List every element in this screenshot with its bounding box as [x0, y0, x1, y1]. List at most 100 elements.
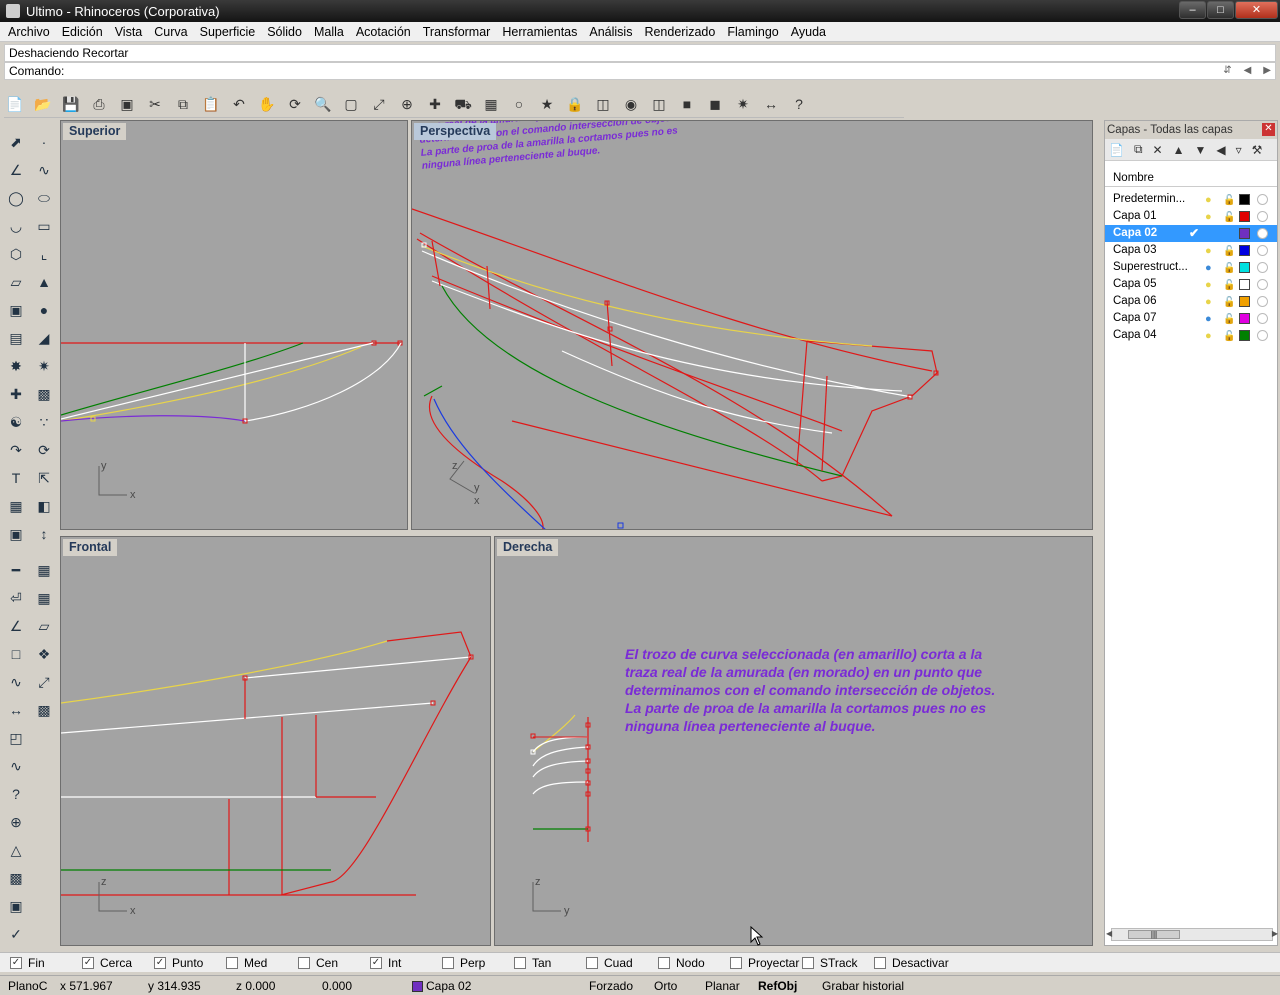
layer-row[interactable]: Capa 03 ● 🔓: [1105, 242, 1277, 259]
lightbulb-icon[interactable]: ●: [1205, 311, 1212, 328]
viewport-layout-icon[interactable]: ◫: [648, 93, 670, 115]
zebra-icon[interactable]: ▩: [4, 866, 28, 890]
osnap-desactivar[interactable]: Desactivar: [874, 956, 949, 970]
command-input[interactable]: [67, 64, 1168, 78]
annotate-icon[interactable]: △: [4, 838, 28, 862]
layer-color-swatch[interactable]: [1239, 330, 1250, 341]
angle-icon[interactable]: ∠: [4, 614, 28, 638]
checkbox[interactable]: [298, 957, 310, 969]
viewport-title-top[interactable]: Superior: [63, 123, 127, 140]
ortho-toggle[interactable]: Orto: [654, 978, 677, 994]
viewport-title-right[interactable]: Derecha: [497, 539, 559, 556]
material-icon[interactable]: [1257, 313, 1268, 324]
menu-analisis[interactable]: Análisis: [583, 25, 638, 39]
material-icon[interactable]: [1257, 211, 1268, 222]
layer-row[interactable]: Capa 02 ✔: [1105, 225, 1277, 242]
viewport-title-front[interactable]: Frontal: [63, 539, 118, 556]
arc-icon[interactable]: ◡: [4, 214, 28, 238]
unlock-icon[interactable]: 🔓: [1223, 277, 1235, 294]
osnap-nodo[interactable]: Nodo: [658, 956, 705, 970]
mirror-icon[interactable]: ◧: [32, 494, 56, 518]
save-icon[interactable]: 💾: [60, 93, 82, 115]
viewport-title-perspective[interactable]: Perspectiva: [414, 123, 497, 140]
unlock-icon[interactable]: 🔓: [1223, 328, 1235, 345]
layer-row[interactable]: Capa 06 ● 🔓: [1105, 293, 1277, 310]
unlock-icon[interactable]: 🔓: [1223, 192, 1235, 209]
zoom-extents-icon[interactable]: ⤢: [368, 93, 390, 115]
array-icon[interactable]: ▦: [4, 494, 28, 518]
point-icon[interactable]: ·: [32, 130, 56, 154]
layer-color-swatch[interactable]: [1239, 228, 1250, 239]
zoom-selected-icon[interactable]: ⊕: [396, 93, 418, 115]
menu-herramientas[interactable]: Herramientas: [496, 25, 583, 39]
curve-cv-icon[interactable]: ∿: [32, 158, 56, 182]
osnap-cerca[interactable]: ✓ Cerca: [82, 956, 132, 970]
osnap-tan[interactable]: Tan: [514, 956, 551, 970]
record-history-toggle[interactable]: Grabar historial: [822, 978, 904, 994]
layers-hscrollbar[interactable]: ◀ ||| ▶: [1106, 928, 1278, 941]
checkbox[interactable]: [730, 957, 742, 969]
osnap-fin[interactable]: ✓ Fin: [10, 956, 45, 970]
open-file-icon[interactable]: 📂: [32, 93, 54, 115]
move-down-icon[interactable]: ▼: [1194, 143, 1206, 157]
polygon-icon[interactable]: ⬡: [4, 242, 28, 266]
tools-icon[interactable]: ⚒: [1252, 143, 1263, 157]
menu-archivo[interactable]: Archivo: [2, 25, 56, 39]
lightbulb-icon[interactable]: ●: [1205, 192, 1212, 209]
checkbox[interactable]: [658, 957, 670, 969]
viewport-perspective[interactable]: z y x traza real de la amurada (en morad…: [411, 120, 1093, 530]
minimize-button[interactable]: –: [1179, 1, 1206, 19]
rotate-view-icon[interactable]: ⟳: [284, 93, 306, 115]
layer-color-swatch[interactable]: [1239, 211, 1250, 222]
scroll-up-down-icon[interactable]: ⇵: [1223, 63, 1231, 79]
checkbox[interactable]: [802, 957, 814, 969]
lightbulb-icon[interactable]: ●: [1205, 209, 1212, 226]
unlock-icon[interactable]: 🔓: [1223, 311, 1235, 328]
menu-flamingo[interactable]: Flamingo: [721, 25, 784, 39]
material-icon[interactable]: [1257, 296, 1268, 307]
rotate-icon[interactable]: ⟳: [32, 438, 56, 462]
layer-color-swatch[interactable]: [1239, 194, 1250, 205]
viewport-top[interactable]: y x Superior: [60, 120, 408, 530]
control-points-icon[interactable]: ❖: [32, 642, 56, 666]
split-icon[interactable]: ▩: [32, 382, 56, 406]
fillet-icon[interactable]: ⌞: [32, 242, 56, 266]
print-icon[interactable]: ⎙: [88, 93, 110, 115]
lightbulb-icon[interactable]: ●: [1205, 328, 1212, 345]
properties-icon[interactable]: ▣: [116, 93, 138, 115]
layer-color-swatch[interactable]: [1239, 296, 1250, 307]
menu-solido[interactable]: Sólido: [261, 25, 308, 39]
checkbox[interactable]: [226, 957, 238, 969]
layer-row[interactable]: Superestruct... ● 🔓: [1105, 259, 1277, 276]
menu-malla[interactable]: Malla: [308, 25, 350, 39]
osnap-punto[interactable]: ✓ Punto: [154, 956, 203, 970]
construction-plane[interactable]: PlanoC: [8, 978, 47, 994]
measure-icon[interactable]: ━: [4, 558, 28, 582]
panel-close-icon[interactable]: ✕: [1262, 123, 1275, 136]
material-icon[interactable]: [1257, 245, 1268, 256]
layer-icon[interactable]: ◫: [592, 93, 614, 115]
osnap-int[interactable]: ✓ Int: [370, 956, 401, 970]
undo-icon[interactable]: ↶: [228, 93, 250, 115]
new-file-icon[interactable]: 📄: [4, 93, 26, 115]
new-layer-icon[interactable]: 📄: [1109, 143, 1124, 157]
checkbox[interactable]: [586, 957, 598, 969]
render-shaded-icon[interactable]: ■: [676, 93, 698, 115]
boolean-icon[interactable]: ✸: [4, 354, 28, 378]
scroll-thumb[interactable]: |||: [1128, 930, 1180, 939]
osnap-cen[interactable]: Cen: [298, 956, 338, 970]
osnap-perp[interactable]: Perp: [442, 956, 485, 970]
deviation-icon[interactable]: ↔: [4, 698, 28, 722]
current-layer[interactable]: Capa 02: [412, 978, 471, 994]
xyz-icon[interactable]: ⏎: [4, 586, 28, 610]
box-icon[interactable]: ▣: [4, 298, 28, 322]
solid-box-icon[interactable]: ▣: [4, 894, 28, 918]
explode-icon[interactable]: ✷: [32, 354, 56, 378]
select-filter-icon[interactable]: ★: [536, 93, 558, 115]
lightbulb-icon[interactable]: ●: [1205, 277, 1212, 294]
checkbox[interactable]: [874, 957, 886, 969]
curvature-icon[interactable]: ∿: [4, 670, 28, 694]
material-icon[interactable]: [1257, 228, 1268, 239]
blend-icon[interactable]: ∿: [4, 754, 28, 778]
material-icon[interactable]: [1257, 194, 1268, 205]
